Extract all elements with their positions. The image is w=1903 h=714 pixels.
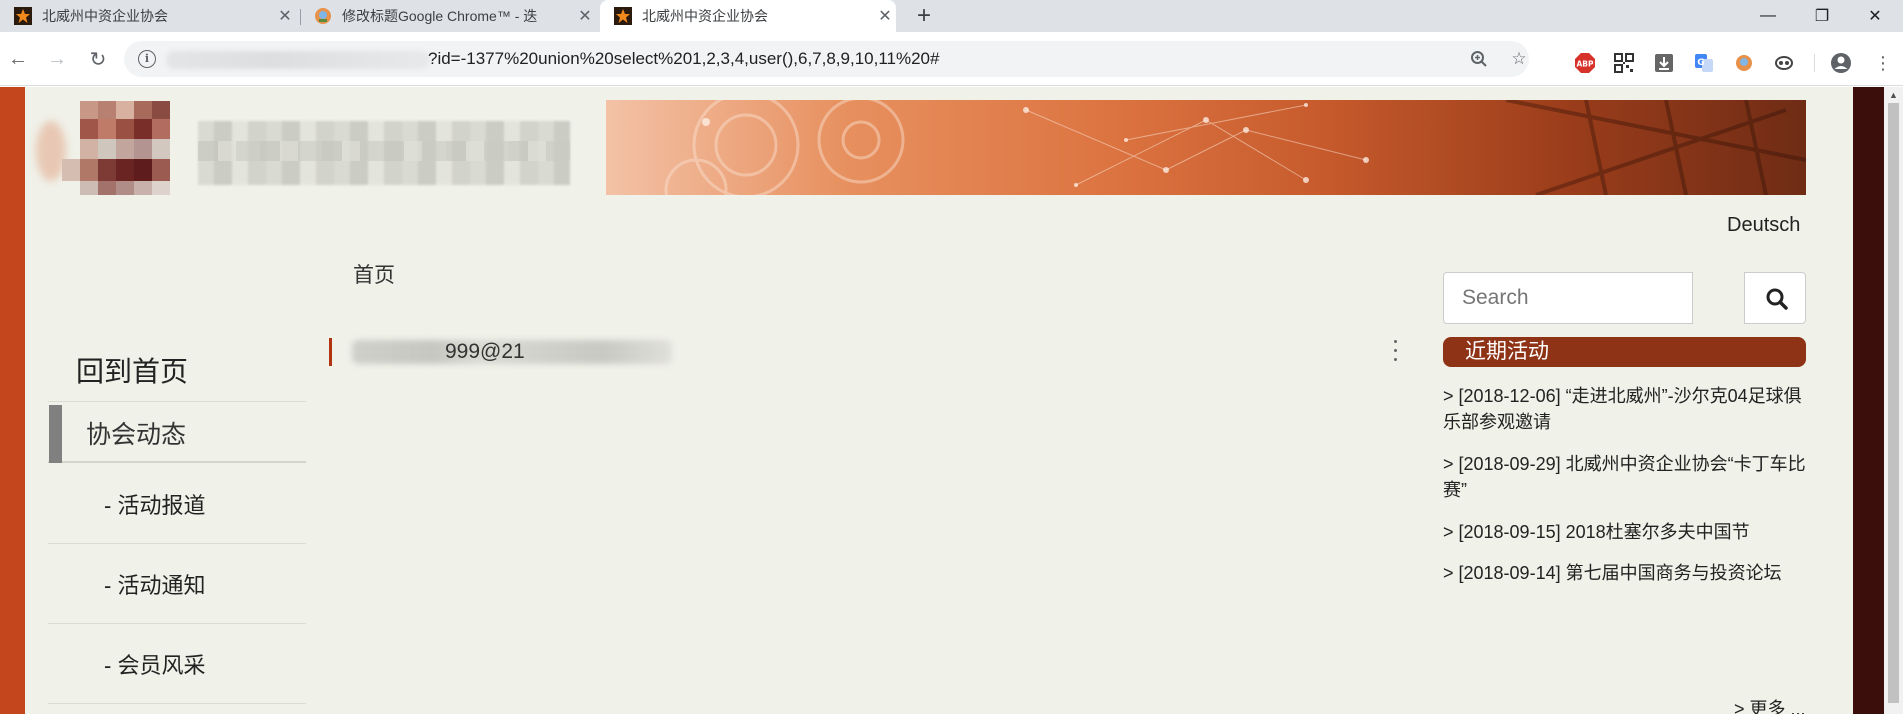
download-icon[interactable]	[1653, 52, 1675, 74]
close-tab-icon[interactable]: ✕	[574, 6, 596, 26]
search-button[interactable]	[1744, 272, 1806, 324]
new-tab-plus-icon[interactable]: +	[910, 2, 938, 30]
event-link[interactable]: > [2018-09-15] 2018杜塞尔多夫中国节	[1443, 519, 1808, 545]
left-frame	[0, 87, 25, 714]
scroll-up-arrow-icon[interactable]: ▲	[1889, 90, 1898, 100]
recent-events-heading: 近期活动	[1443, 337, 1806, 367]
content-item-text: 999@21	[445, 340, 525, 363]
tab-title: 修改标题Google Chrome™ - 迭	[342, 8, 538, 24]
qr-code-icon[interactable]	[1613, 52, 1635, 74]
browser-toolbar: ← → ↻ i ?id=-1377%20union%20select%201,2…	[0, 32, 1903, 86]
extension-mask-icon[interactable]	[1773, 52, 1795, 74]
restore-window-icon[interactable]: ❐	[1799, 0, 1845, 32]
nav-item-member-showcase[interactable]: - 会员风采	[48, 625, 306, 704]
browser-tab-3-active[interactable]: 北威州中资企业协会 ✕	[600, 0, 896, 32]
nav-item-activity-notices[interactable]: - 活动通知	[48, 545, 306, 624]
translate-icon[interactable]: G	[1693, 52, 1715, 74]
forward-arrow-icon[interactable]: →	[43, 45, 71, 73]
close-tab-icon[interactable]: ✕	[874, 6, 896, 26]
tab-title: 北威州中资企业协会	[642, 8, 768, 24]
nav-back-to-home[interactable]: 回到首页	[48, 339, 306, 402]
event-link[interactable]: > [2018-09-29] 北威州中资企业协会“卡丁车比赛”	[1443, 451, 1808, 503]
content-item-marker	[329, 338, 332, 366]
adblock-icon[interactable]: ABP	[1574, 52, 1596, 74]
svg-text:ABP: ABP	[1576, 60, 1594, 69]
close-window-icon[interactable]: ✕	[1852, 0, 1898, 32]
event-link[interactable]: > [2018-12-06] “走进北威州”-沙尔克04足球俱乐部参观邀请	[1443, 383, 1808, 435]
minimize-icon[interactable]: —	[1745, 0, 1791, 32]
bookmark-star-icon[interactable]: ☆	[1508, 48, 1530, 70]
search-input[interactable]	[1443, 272, 1693, 324]
address-bar[interactable]: i ?id=-1377%20union%20select%201,2,3,4,u…	[124, 41, 1529, 77]
reload-icon[interactable]: ↻	[84, 45, 112, 73]
page-scrollbar[interactable]: ▲	[1884, 87, 1903, 714]
browser-tab-2[interactable]: 修改标题Google Chrome™ - 迭 ✕	[300, 0, 596, 32]
svg-text:G: G	[1697, 58, 1704, 68]
profile-avatar-icon[interactable]	[1830, 52, 1852, 74]
browser-tab-strip: 北威州中资企业协会 ✕ 修改标题Google Chrome™ - 迭 ✕ 北威州…	[0, 0, 1903, 32]
site-logo[interactable]	[36, 101, 570, 207]
web-page: ▲ Deutsch 首页 回到首页 协会动态 - 活动报道 - 活动通知 - 会…	[0, 87, 1903, 714]
toolbar-divider	[1814, 54, 1815, 72]
browser-tab-1[interactable]: 北威州中资企业协会 ✕	[0, 0, 296, 32]
redacted-host	[166, 51, 430, 69]
zoom-icon[interactable]	[1468, 48, 1490, 70]
event-link[interactable]: > [2018-09-14] 第七届中国商务与投资论坛	[1443, 560, 1808, 586]
nav-association-news[interactable]: 协会动态	[48, 405, 306, 463]
scrollbar-thumb[interactable]	[1888, 103, 1899, 703]
extension-favicon-icon	[314, 7, 332, 25]
search-icon	[1765, 287, 1789, 311]
language-link-deutsch[interactable]: Deutsch	[1727, 214, 1800, 237]
url-text: ?id=-1377%20union%20select%201,2,3,4,use…	[428, 49, 940, 68]
star-favicon-icon	[614, 7, 632, 25]
close-tab-icon[interactable]: ✕	[274, 6, 296, 26]
nav-section-label: 协会动态	[86, 421, 187, 449]
site-info-icon[interactable]: i	[138, 50, 156, 68]
nav-item-activity-reports[interactable]: - 活动报道	[48, 465, 306, 544]
star-favicon-icon	[14, 7, 32, 25]
back-arrow-icon[interactable]: ←	[4, 45, 32, 73]
header-banner-image	[606, 100, 1806, 195]
breadcrumb-home[interactable]: 首页	[353, 259, 395, 289]
active-indicator	[49, 405, 62, 463]
right-frame	[1853, 87, 1884, 714]
extension-owl-icon[interactable]	[1733, 52, 1755, 74]
tab-title: 北威州中资企业协会	[42, 8, 168, 24]
menu-kebab-icon[interactable]: ⋮	[1872, 52, 1894, 74]
more-events-link[interactable]: > 更多 ...	[1734, 695, 1806, 714]
more-options-icon[interactable]	[1390, 335, 1402, 367]
